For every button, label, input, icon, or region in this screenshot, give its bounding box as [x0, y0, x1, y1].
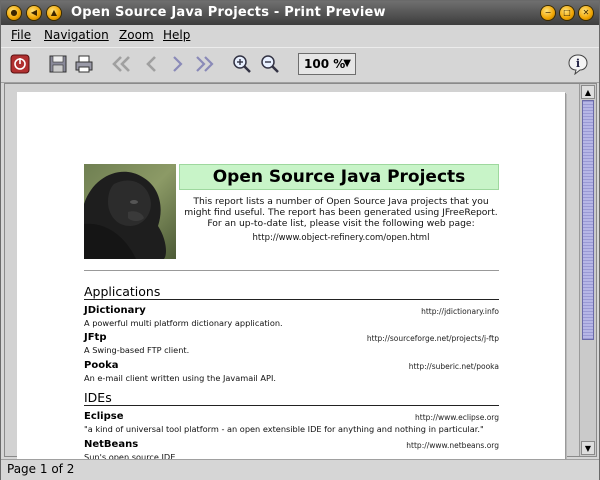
- report-title: Open Source Java Projects: [179, 164, 499, 190]
- section-underline: [84, 299, 499, 300]
- title-bar[interactable]: ● ◀ ▲ Open Source Java Projects - Print …: [1, 1, 599, 25]
- menu-zoom-label: Zoom: [119, 28, 154, 42]
- save-icon: [49, 55, 67, 73]
- entry-description: "a kind of universal tool platform - an …: [84, 424, 484, 434]
- scroll-up-icon[interactable]: ▲: [581, 85, 595, 99]
- previous-page-button[interactable]: [141, 53, 163, 75]
- entry-description: A powerful multi platform dictionary app…: [84, 318, 283, 328]
- zoom-value: 100 %: [304, 57, 346, 71]
- save-button[interactable]: [47, 53, 69, 75]
- print-button[interactable]: [73, 53, 95, 75]
- shade-up-icon[interactable]: ▲: [47, 6, 61, 20]
- entry-url: http://www.netbeans.org: [406, 441, 499, 450]
- status-bar: Page 1 of 2: [1, 459, 599, 480]
- last-page-button[interactable]: [193, 53, 215, 75]
- window-menu-icon[interactable]: ●: [7, 6, 21, 20]
- window-title: Open Source Java Projects - Print Previe…: [71, 5, 386, 20]
- first-page-button[interactable]: [111, 53, 133, 75]
- menu-help[interactable]: Help: [163, 28, 190, 42]
- last-page-icon: [196, 56, 214, 72]
- entry-url: http://sourceforge.net/projects/j-ftp: [366, 334, 499, 343]
- about-button[interactable]: i: [567, 53, 589, 75]
- menu-file-label: File: [11, 28, 32, 42]
- previous-page-icon: [146, 56, 156, 72]
- svg-text:i: i: [576, 57, 580, 70]
- entry-name: Eclipse: [84, 411, 124, 422]
- toolbar: 100 % ▼ i: [1, 47, 599, 83]
- print-preview-window: ● ◀ ▲ Open Source Java Projects - Print …: [0, 0, 600, 480]
- entry-url: http://jdictionary.info: [421, 307, 499, 316]
- entry-description: An e-mail client written using the Javam…: [84, 373, 276, 383]
- report-description: This report lists a number of Open Sourc…: [184, 196, 498, 229]
- close-window-icon[interactable]: ✕: [579, 6, 593, 20]
- zoom-out-button[interactable]: [259, 53, 281, 75]
- print-icon: [75, 55, 93, 73]
- scroll-thumb[interactable]: [582, 100, 594, 340]
- zoom-out-icon: [261, 55, 279, 73]
- info-icon: i: [568, 54, 588, 75]
- header-divider: [84, 270, 499, 271]
- page-indicator: Page 1 of 2: [7, 462, 75, 476]
- section-underline: [84, 405, 499, 406]
- entry-name: NetBeans: [84, 439, 139, 450]
- entry-url: http://www.eclipse.org: [415, 413, 499, 422]
- scroll-down-icon[interactable]: ▼: [581, 441, 595, 455]
- next-page-icon: [173, 56, 183, 72]
- entry-url: http://suberic.net/pooka: [408, 362, 499, 371]
- menu-navigation[interactable]: Navigation: [44, 28, 109, 42]
- menu-navigation-label: Navigation: [44, 28, 109, 42]
- zoom-in-button[interactable]: [231, 53, 253, 75]
- entry-name: JFtp: [84, 332, 107, 343]
- section-heading-ides: IDEs: [84, 390, 112, 405]
- report-url: http://www.object-refinery.com/open.html: [252, 233, 430, 243]
- report-logo-image: [84, 164, 176, 259]
- close-report-button[interactable]: [9, 53, 31, 75]
- minimize-icon[interactable]: −: [541, 6, 555, 20]
- maximize-icon[interactable]: □: [560, 6, 574, 20]
- vertical-scrollbar[interactable]: ▲ ▼: [579, 84, 596, 456]
- entry-description: A Swing-based FTP client.: [84, 345, 190, 355]
- section-heading-applications: Applications: [84, 284, 161, 299]
- menu-bar: File Navigation Zoom Help: [1, 25, 599, 45]
- preview-viewport[interactable]: Open Source Java Projects This report li…: [4, 83, 597, 464]
- entry-name: JDictionary: [84, 305, 146, 316]
- menu-help-label: Help: [163, 28, 191, 42]
- report-page: Open Source Java Projects This report li…: [17, 92, 565, 464]
- shade-left-icon[interactable]: ◀: [27, 6, 41, 20]
- first-page-icon: [112, 56, 130, 72]
- zoom-select[interactable]: 100 % ▼: [298, 53, 356, 75]
- menu-zoom[interactable]: Zoom: [119, 28, 154, 42]
- gorilla-photo-icon: [84, 164, 176, 259]
- next-page-button[interactable]: [167, 53, 189, 75]
- menu-file[interactable]: File: [11, 28, 31, 42]
- chevron-down-icon: ▼: [343, 58, 351, 69]
- zoom-in-icon: [233, 55, 251, 73]
- close-report-icon: [10, 54, 30, 74]
- entry-name: Pooka: [84, 360, 119, 371]
